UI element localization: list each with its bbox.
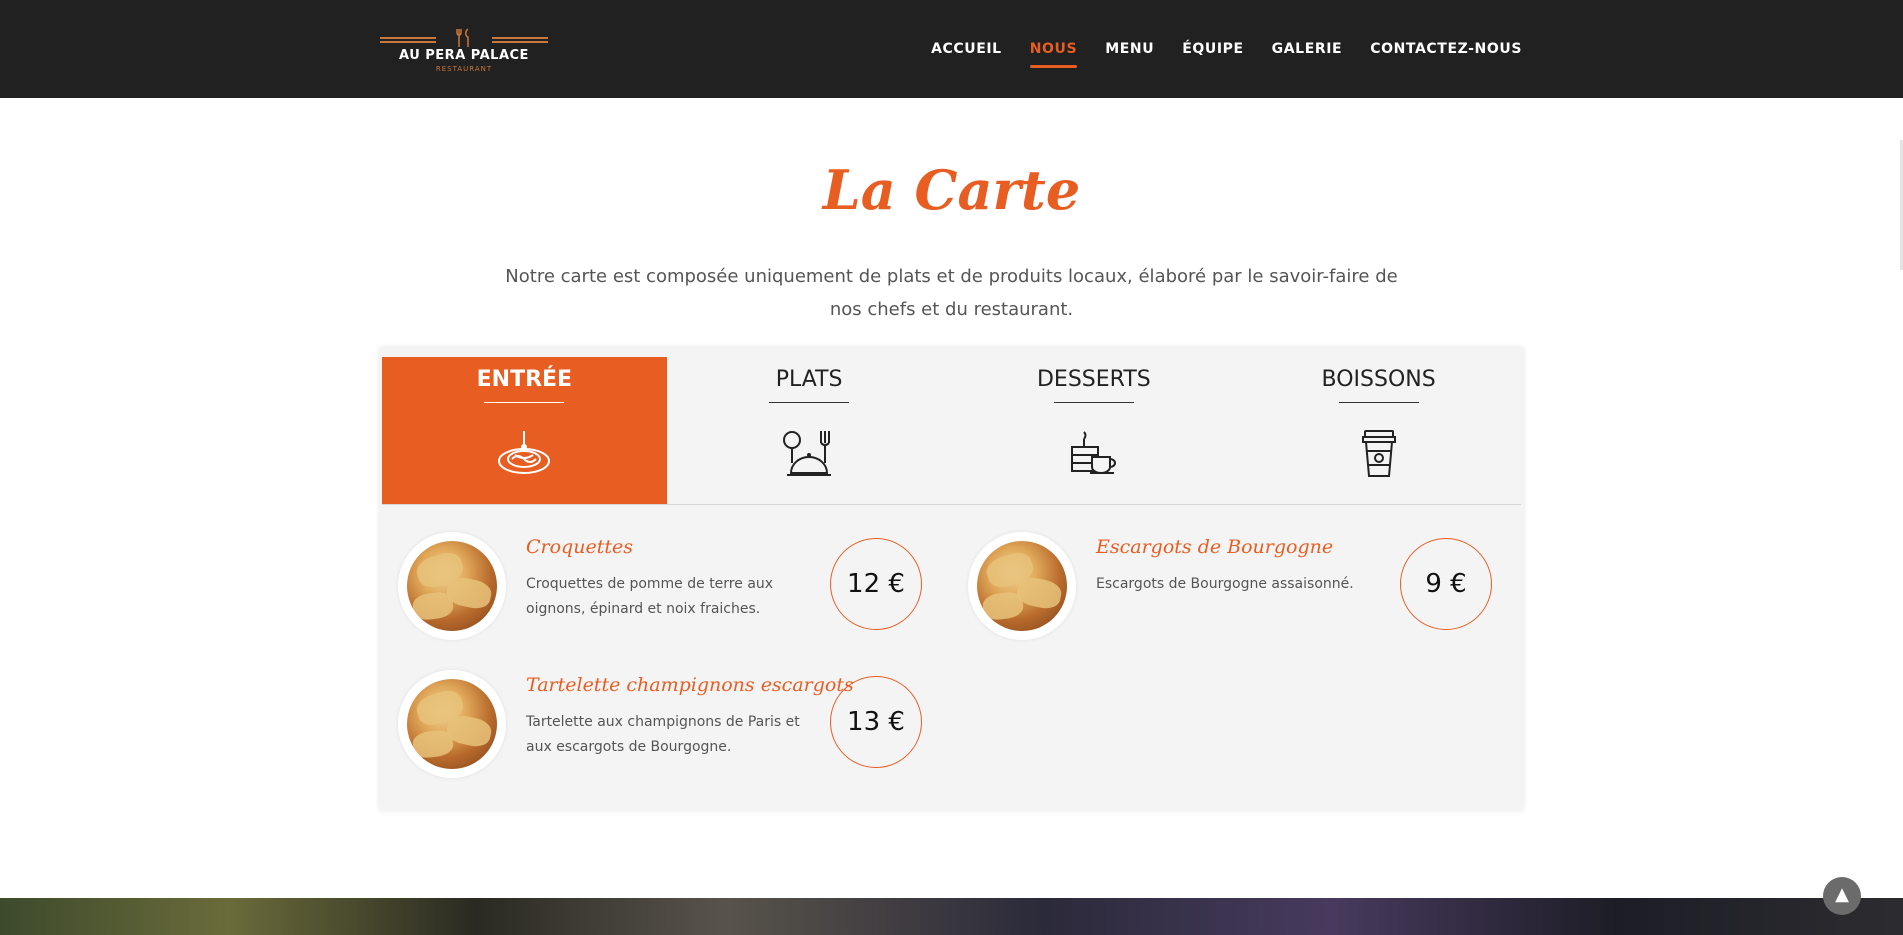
item-name: Croquettes [526, 536, 633, 558]
item-price: 12 € [830, 538, 922, 630]
menu-tabs: ENTRÉE PLATS DESSERTS BOISSONS [382, 357, 1521, 505]
tab-boissons[interactable]: BOISSONS [1236, 357, 1521, 504]
item-price: 13 € [830, 676, 922, 768]
logo-ornament [492, 37, 548, 39]
item-name: Tartelette champignons escargots [526, 674, 854, 696]
cake-coffee-icon [1066, 425, 1122, 481]
tab-label: DESSERTS [1036, 367, 1151, 392]
nav-item-nous[interactable]: NOUS [1029, 41, 1078, 68]
item-description: Croquettes de pomme de terre aux oignons… [526, 576, 774, 617]
logo-ornament [492, 41, 548, 43]
logo-ornament [380, 37, 436, 39]
nav-item-menu[interactable]: MENU [1105, 41, 1154, 57]
tab-entree[interactable]: ENTRÉE [382, 357, 667, 504]
food-image [407, 679, 497, 769]
cloche-cutlery-icon [781, 425, 837, 481]
tab-divider [769, 402, 850, 403]
nav-item-galerie[interactable]: GALERIE [1272, 41, 1343, 57]
chevron-up-icon: ▲ [1835, 884, 1849, 905]
food-image [407, 541, 497, 631]
scroll-to-top-button[interactable]: ▲ [1823, 877, 1861, 915]
item-description: Tartelette aux champignons de Paris et a… [526, 714, 800, 755]
tab-divider [484, 402, 565, 403]
main-nav: ACCUEIL NOUS MENU ÉQUIPE GALERIE CONTACT… [931, 41, 1522, 68]
item-description: Escargots de Bourgogne assaisonné. [1096, 576, 1354, 592]
tab-label: BOISSONS [1321, 367, 1436, 392]
item-photo [968, 532, 1076, 640]
brand-subtitle: RESTAURANT [435, 65, 493, 73]
tab-divider [1053, 402, 1134, 403]
food-image [977, 541, 1067, 631]
item-photo [398, 670, 506, 778]
coffee-cup-icon [1351, 425, 1407, 481]
nav-item-accueil[interactable]: ACCUEIL [931, 41, 1002, 57]
logo-ornament [380, 41, 436, 43]
section-intro: Notre carte est composée uniquement de p… [505, 266, 1398, 320]
nav-item-equipe[interactable]: ÉQUIPE [1182, 41, 1243, 57]
tab-label: PLATS [775, 367, 843, 392]
tab-desserts[interactable]: DESSERTS [952, 357, 1237, 504]
cutlery-icon [455, 28, 473, 48]
tab-plats[interactable]: PLATS [667, 357, 952, 504]
brand-name: AU PERA PALACE [399, 48, 529, 63]
nav-item-contact[interactable]: CONTACTEZ-NOUS [1370, 41, 1522, 57]
background-image-strip [0, 898, 1903, 935]
brand-logo[interactable]: AU PERA PALACE RESTAURANT [380, 28, 548, 76]
menu-panel: ENTRÉE PLATS DESSERTS BOISSONS Croquette… [380, 348, 1523, 810]
item-photo [398, 532, 506, 640]
item-price: 9 € [1400, 538, 1492, 630]
spaghetti-plate-icon [496, 425, 552, 481]
site-header: AU PERA PALACE RESTAURANT ACCUEIL NOUS M… [0, 0, 1903, 98]
tab-label: ENTRÉE [476, 367, 573, 392]
section-title: La Carte [822, 158, 1081, 222]
tab-divider [1338, 402, 1419, 403]
item-name: Escargots de Bourgogne [1096, 536, 1334, 558]
